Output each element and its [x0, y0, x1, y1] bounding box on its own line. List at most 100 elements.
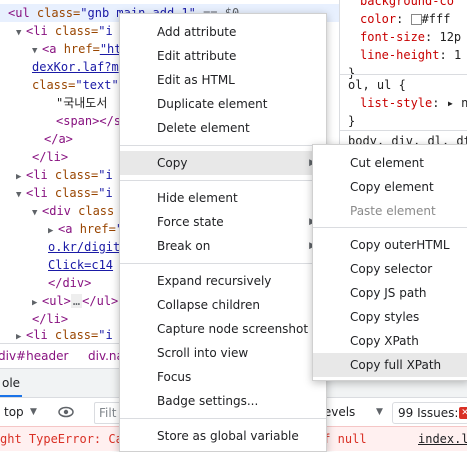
menu-item-force-state[interactable]: Force state ▶	[120, 210, 326, 234]
menu-separator	[120, 418, 326, 419]
error-source-link[interactable]: index.l	[418, 427, 467, 451]
menu-item-copy[interactable]: Copy ▶	[120, 151, 326, 175]
menu-item-duplicate-element[interactable]: Duplicate element	[120, 92, 326, 116]
css-property: line-height	[360, 48, 440, 62]
menu-item-copy-xpath[interactable]: Copy XPath	[313, 329, 467, 353]
menu-item-expand-recursively[interactable]: Expand recursively	[120, 269, 326, 293]
eye-icon[interactable]	[58, 404, 74, 420]
dom-tag: <a	[58, 222, 80, 236]
dom-attr-name: class	[78, 204, 115, 218]
dom-node[interactable]: Click=c14	[48, 256, 113, 274]
menu-item-delete-element[interactable]: Delete element	[120, 116, 326, 140]
dom-node[interactable]: </a>	[44, 130, 73, 148]
menu-item-badge-settings[interactable]: Badge settings...	[120, 389, 326, 413]
dom-node[interactable]: "국내도서	[56, 94, 107, 112]
menu-item-copy-outerhtml[interactable]: Copy outerHTML	[313, 233, 467, 257]
menu-item-store-as-global-variable[interactable]: Store as global variable	[120, 424, 326, 448]
menu-item-add-attribute[interactable]: Add attribute	[120, 20, 326, 44]
issues-button[interactable]: 99 Issues: ✕	[392, 402, 467, 424]
dom-node[interactable]: ▶ <ul>… </ul>	[32, 292, 118, 310]
style-declaration[interactable]: color: #fff	[360, 10, 450, 28]
css-value: #fff	[421, 12, 451, 26]
dom-tag: <span></s	[56, 114, 122, 128]
dom-node[interactable]: ▼ <a href="ht	[32, 40, 122, 58]
collapse-triangle-icon[interactable]: ▼	[16, 186, 26, 204]
css-property: color	[360, 12, 397, 26]
dom-tag: <li	[26, 186, 55, 200]
menu-item-scroll-into-view[interactable]: Scroll into view	[120, 341, 326, 365]
dom-node[interactable]: class="text"	[32, 76, 119, 94]
chevron-down-icon[interactable]: ▼	[30, 398, 37, 426]
dom-attr-name: href=	[63, 42, 100, 56]
dom-node[interactable]: <span></s	[56, 112, 121, 130]
menu-item-capture-node-screenshot[interactable]: Capture node screenshot	[120, 317, 326, 341]
context-selector[interactable]: top	[4, 398, 24, 426]
dom-attr-name: class=	[54, 168, 99, 182]
dom-attr-value: "i	[98, 186, 113, 200]
menu-separator	[313, 227, 467, 228]
css-property: list-style	[360, 96, 433, 110]
menu-item-break-on[interactable]: Break on ▶	[120, 234, 326, 258]
menu-separator	[120, 263, 326, 264]
menu-separator	[120, 180, 326, 181]
dom-link-text[interactable]: o.kr/digit	[48, 240, 120, 254]
css-property: background-co	[360, 0, 454, 8]
menu-item-edit-attribute[interactable]: Edit attribute	[120, 44, 326, 68]
dom-node[interactable]: ▼ <li class="i	[16, 184, 113, 202]
menu-item-cut-element[interactable]: Cut element	[313, 151, 467, 175]
dom-tag: </li>	[32, 150, 69, 164]
menu-item-paste-element: Paste element	[350, 204, 436, 218]
expand-triangle-icon[interactable]: ▶	[16, 328, 26, 342]
divider	[340, 74, 467, 75]
dom-node[interactable]: </div>	[48, 274, 91, 292]
dom-link-text[interactable]: dexKor.laf?m	[32, 60, 119, 74]
menu-item-copy-selector[interactable]: Copy selector	[313, 257, 467, 281]
collapse-triangle-icon[interactable]: ▼	[16, 24, 26, 42]
dom-node[interactable]: o.kr/digit	[48, 238, 120, 256]
collapse-triangle-icon[interactable]: ▼	[32, 204, 42, 222]
css-selector: ol, ul {	[348, 78, 406, 92]
menu-item-copy-element[interactable]: Copy element	[313, 175, 467, 199]
dom-node[interactable]: ▼ <li class="i	[16, 22, 113, 40]
dom-node[interactable]: </li>	[32, 148, 68, 166]
color-swatch-icon[interactable]	[410, 14, 422, 25]
dom-attr-name: href=	[79, 222, 116, 236]
dom-tag: <div	[42, 204, 79, 218]
menu-item-edit-as-html[interactable]: Edit as HTML	[120, 68, 326, 92]
dom-node[interactable]: ▶ <li class="i	[16, 166, 113, 184]
dom-attr-value: "i	[98, 24, 113, 38]
css-brace: }	[348, 114, 356, 128]
style-declaration[interactable]: background-co	[360, 0, 454, 10]
breadcrumb-item[interactable]: div#header	[0, 344, 68, 368]
tab-console[interactable]: ole	[0, 369, 23, 397]
menu-item-copy-js-path[interactable]: Copy JS path	[313, 281, 467, 305]
dom-attr-name: class=	[54, 24, 99, 38]
menu-item-hide-element[interactable]: Hide element	[120, 186, 326, 210]
menu-item-copy-full-xpath[interactable]: Copy full XPath	[313, 353, 467, 377]
dom-node[interactable]: ▼ <div class	[32, 202, 114, 220]
menu-item-collapse-children[interactable]: Collapse children	[120, 293, 326, 317]
chevron-down-icon[interactable]: ▼	[376, 398, 383, 426]
dom-ellipsis[interactable]: …	[70, 294, 83, 308]
dom-tag: <li	[26, 328, 55, 342]
dom-attr-value: "text"	[75, 78, 119, 92]
dom-attr-name: class=	[54, 328, 99, 342]
dom-tag: <ul	[8, 6, 37, 20]
dom-node[interactable]: ▶ <li class="i	[16, 326, 113, 342]
dom-tag: </div>	[48, 276, 92, 290]
dom-tag: <li	[26, 168, 55, 182]
error-icon: ✕	[459, 407, 467, 419]
dom-link-text[interactable]: Click=c14	[48, 258, 113, 272]
dom-tag: <li	[26, 24, 55, 38]
style-declaration[interactable]: line-height: 1	[360, 46, 461, 64]
style-declaration[interactable]: font-size: 12p	[360, 28, 461, 46]
menu-item-copy-styles[interactable]: Copy styles	[313, 305, 467, 329]
dom-node[interactable]: dexKor.laf?m	[32, 58, 119, 76]
menu-item-focus[interactable]: Focus	[120, 365, 326, 389]
css-value: 1	[453, 48, 462, 62]
context-menu: Add attribute Edit attribute Edit as HTM…	[119, 13, 327, 452]
style-selector[interactable]: ol, ul {	[348, 76, 406, 94]
dom-node[interactable]: ▶<a href="	[48, 220, 123, 238]
filter-placeholder: Filt	[99, 406, 117, 420]
style-declaration[interactable]: list-style: ▸ n	[360, 94, 467, 112]
